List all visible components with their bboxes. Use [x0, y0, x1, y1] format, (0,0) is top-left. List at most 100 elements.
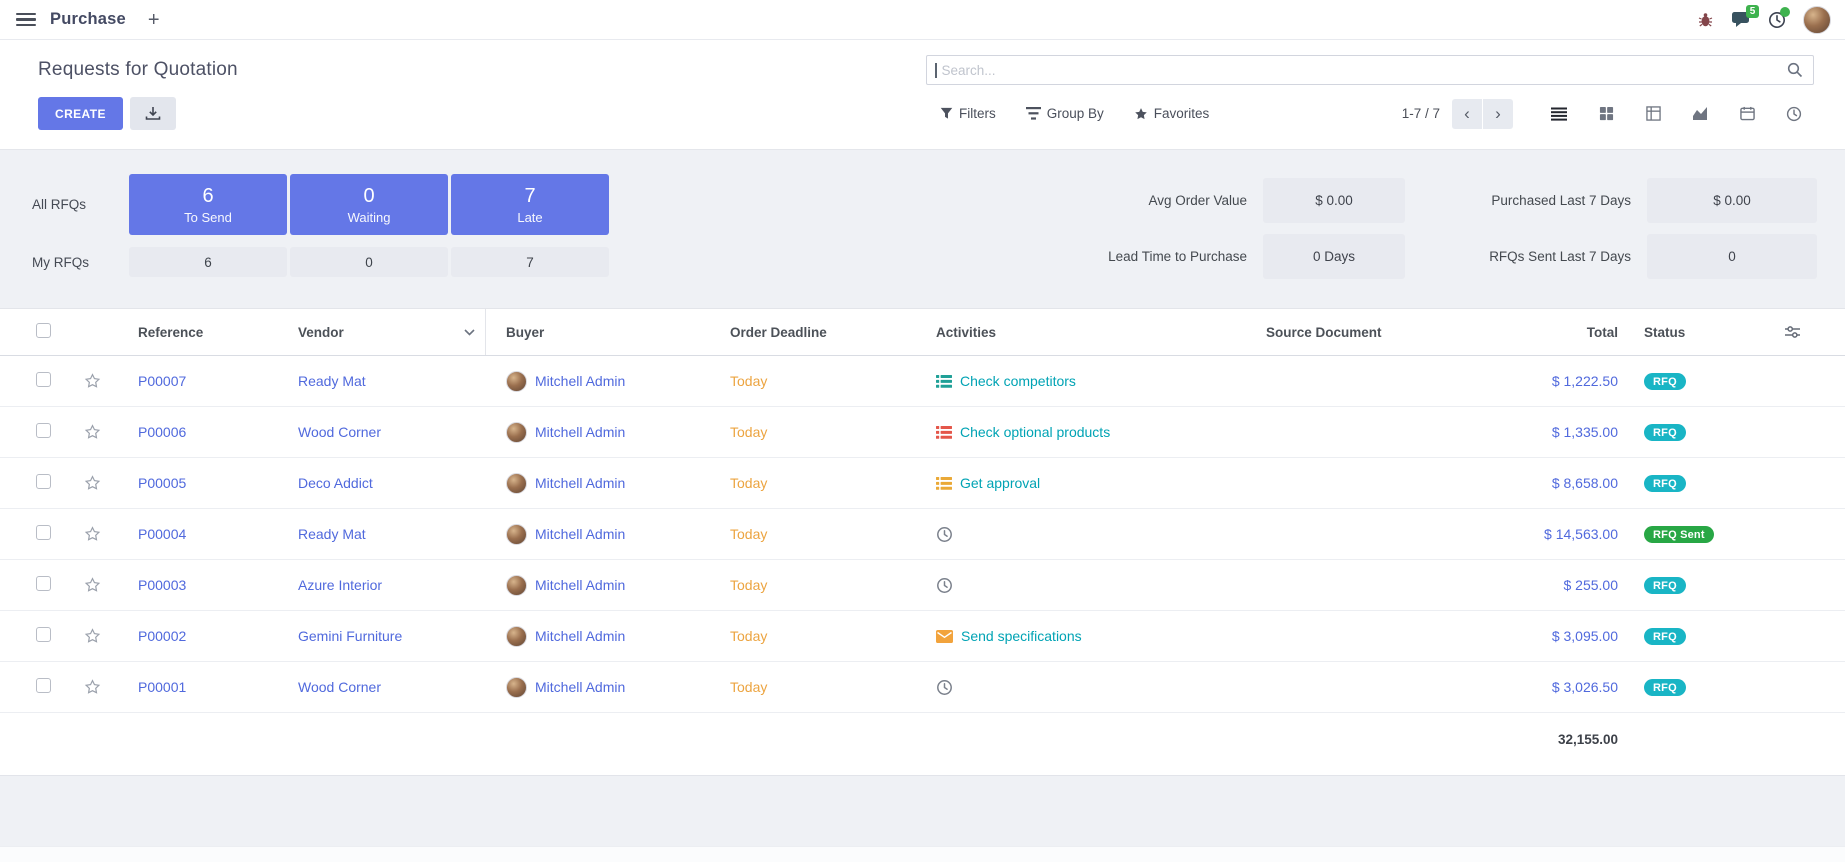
row-activity[interactable]: Check optional products: [916, 424, 1246, 440]
row-checkbox[interactable]: [36, 678, 51, 693]
row-vendor: Azure Interior: [278, 577, 486, 593]
activities-clock-icon[interactable]: [1768, 11, 1786, 29]
apps-menu-icon[interactable]: [16, 13, 36, 27]
card-label: To Send: [184, 210, 232, 225]
row-vendor: Gemini Furniture: [278, 628, 486, 644]
pager-next-button[interactable]: ›: [1483, 99, 1513, 129]
list-view-icon[interactable]: [1539, 99, 1579, 129]
table-row[interactable]: P00003 Azure Interior Mitchell Admin Tod…: [0, 560, 1845, 611]
activity-label: Check optional products: [960, 424, 1110, 440]
activity-view-icon[interactable]: [1774, 99, 1814, 129]
pivot-view-icon[interactable]: [1633, 99, 1673, 129]
column-header-status[interactable]: Status: [1626, 325, 1776, 340]
row-buyer: Mitchell Admin: [535, 628, 625, 644]
table-row[interactable]: P00005 Deco Addict Mitchell Admin Today …: [0, 458, 1845, 509]
row-deadline: Today: [710, 679, 916, 695]
card-label: Late: [517, 210, 542, 225]
favorite-star-icon[interactable]: [83, 627, 102, 645]
my-waiting-count[interactable]: 0: [290, 247, 448, 277]
table-row[interactable]: P00001 Wood Corner Mitchell Admin Today …: [0, 662, 1845, 713]
row-activity[interactable]: [916, 577, 1246, 594]
table-row[interactable]: P00002 Gemini Furniture Mitchell Admin T…: [0, 611, 1845, 662]
rfq-list: Reference Vendor Buyer Order Deadline Ac…: [0, 308, 1845, 776]
activity-icon[interactable]: [936, 630, 953, 643]
column-header-total[interactable]: Total: [1486, 325, 1626, 340]
favorite-star-icon[interactable]: [83, 372, 102, 390]
card-to-send[interactable]: 6 To Send: [129, 174, 287, 235]
column-header-order-deadline[interactable]: Order Deadline: [710, 325, 916, 340]
new-tab-plus-icon[interactable]: +: [148, 10, 160, 30]
filters-button[interactable]: Filters: [940, 106, 996, 121]
column-header-reference[interactable]: Reference: [118, 325, 278, 340]
page-background: [0, 776, 1845, 846]
favorite-star-icon[interactable]: [83, 678, 102, 696]
debug-bug-icon[interactable]: [1697, 12, 1714, 28]
activity-icon[interactable]: [936, 477, 952, 490]
activity-icon[interactable]: [936, 526, 953, 543]
messages-icon[interactable]: 5: [1731, 11, 1751, 28]
row-activity[interactable]: Get approval: [916, 475, 1246, 491]
activities-count-badge: [1780, 7, 1790, 17]
all-rfqs-filter[interactable]: All RFQs: [32, 197, 126, 212]
favorite-star-icon[interactable]: [83, 576, 102, 594]
row-total: $ 14,563.00: [1486, 526, 1626, 542]
row-deadline: Today: [710, 628, 916, 644]
select-all-checkbox[interactable]: [36, 323, 51, 338]
row-activity[interactable]: Send specifications: [916, 628, 1246, 644]
buyer-avatar: [506, 626, 527, 647]
row-buyer: Mitchell Admin: [535, 577, 625, 593]
row-checkbox[interactable]: [36, 423, 51, 438]
column-header-buyer[interactable]: Buyer: [486, 325, 710, 340]
row-vendor: Ready Mat: [278, 526, 486, 542]
create-button[interactable]: CREATE: [38, 97, 123, 130]
search-icon[interactable]: [1787, 62, 1803, 78]
table-row[interactable]: P00004 Ready Mat Mitchell Admin Today $ …: [0, 509, 1845, 560]
row-activity[interactable]: [916, 526, 1246, 543]
row-buyer: Mitchell Admin: [535, 424, 625, 440]
search-input[interactable]: [942, 63, 1788, 78]
pager-previous-button[interactable]: ‹: [1452, 99, 1482, 129]
row-total: $ 1,222.50: [1486, 373, 1626, 389]
my-rfqs-filter[interactable]: My RFQs: [32, 255, 126, 270]
kanban-view-icon[interactable]: [1586, 99, 1626, 129]
favorite-star-icon[interactable]: [83, 525, 102, 543]
optional-columns-icon[interactable]: [1784, 324, 1801, 340]
status-badge: RFQ: [1644, 475, 1686, 492]
pager: 1-7 / 7 ‹ ›: [1402, 99, 1513, 129]
column-header-activities[interactable]: Activities: [916, 325, 1246, 340]
row-checkbox[interactable]: [36, 525, 51, 540]
favorite-star-icon[interactable]: [83, 423, 102, 441]
calendar-view-icon[interactable]: [1727, 99, 1767, 129]
graph-view-icon[interactable]: [1680, 99, 1720, 129]
activity-icon[interactable]: [936, 679, 953, 696]
control-panel: Requests for Quotation CREATE Filters Gr…: [0, 40, 1845, 150]
app-name[interactable]: Purchase: [50, 10, 126, 29]
group-by-button[interactable]: Group By: [1026, 106, 1104, 121]
card-count: 0: [363, 185, 374, 207]
my-late-count[interactable]: 7: [451, 247, 609, 277]
card-count: 7: [524, 185, 535, 207]
activity-icon[interactable]: [936, 577, 953, 594]
activity-label: Check competitors: [960, 373, 1076, 389]
favorite-star-icon[interactable]: [83, 474, 102, 492]
card-waiting[interactable]: 0 Waiting: [290, 174, 448, 235]
activity-icon[interactable]: [936, 375, 952, 388]
row-checkbox[interactable]: [36, 627, 51, 642]
column-header-vendor[interactable]: Vendor: [278, 309, 486, 355]
activity-icon[interactable]: [936, 426, 952, 439]
user-avatar[interactable]: [1803, 6, 1831, 34]
row-checkbox[interactable]: [36, 372, 51, 387]
row-checkbox[interactable]: [36, 576, 51, 591]
my-to-send-count[interactable]: 6: [129, 247, 287, 277]
activity-label: Send specifications: [961, 628, 1082, 644]
row-activity[interactable]: [916, 679, 1246, 696]
table-row[interactable]: P00006 Wood Corner Mitchell Admin Today …: [0, 407, 1845, 458]
table-row[interactable]: P00007 Ready Mat Mitchell Admin Today Ch…: [0, 356, 1845, 407]
card-late[interactable]: 7 Late: [451, 174, 609, 235]
filter-funnel-icon: [940, 107, 953, 120]
favorites-button[interactable]: Favorites: [1134, 106, 1210, 121]
export-button[interactable]: [130, 97, 176, 130]
row-activity[interactable]: Check competitors: [916, 373, 1246, 389]
row-checkbox[interactable]: [36, 474, 51, 489]
column-header-source-document[interactable]: Source Document: [1246, 325, 1486, 340]
